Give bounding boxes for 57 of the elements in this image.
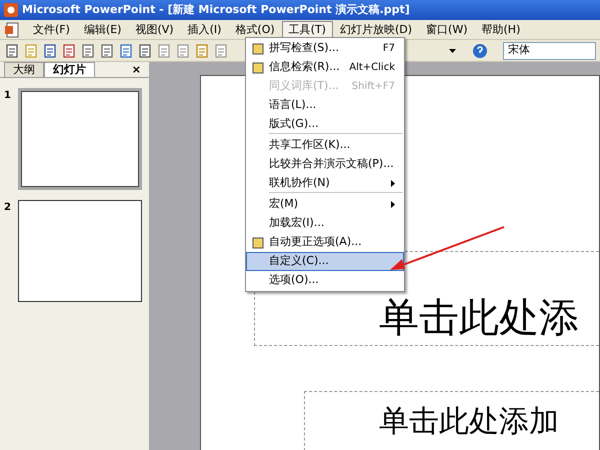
slide-number: 1 <box>4 89 12 103</box>
help-icon[interactable] <box>472 42 488 58</box>
slide-thumbnail[interactable] <box>18 200 142 302</box>
app-icon <box>4 3 18 17</box>
option-label: 共享工作区(K)... <box>269 137 350 154</box>
option-label: 拼写检查(S)... <box>269 40 340 56</box>
menu-item[interactable]: 视图(V) <box>128 20 181 38</box>
window-title: Microsoft PowerPoint - [新建 Microsoft PowerPoint 演示文稿.ppt] <box>22 2 410 18</box>
menu-item[interactable]: 文件(F) <box>26 20 77 38</box>
title-text: 单击此处添 <box>379 294 579 343</box>
font-field[interactable]: 宋体 <box>503 42 596 60</box>
tool-icon <box>251 236 265 250</box>
panel-tab[interactable]: 幻灯片 <box>44 62 95 77</box>
option-label: 自动更正选项(A)... <box>269 234 362 250</box>
option-label: 语言(L)... <box>269 97 316 114</box>
option-label: 同义词库(T)... <box>269 78 339 94</box>
option-label: 加载宏(I)... <box>269 215 324 232</box>
menu-option[interactable]: 联机协作(N) <box>246 174 404 195</box>
menu-item[interactable]: 幻灯片放映(D) <box>332 20 420 38</box>
option-label: 比较并合并演示文稿(P)... <box>269 156 394 172</box>
menu-item[interactable]: 插入(I) <box>180 20 228 38</box>
shortcut-text: Shift+F7 <box>352 80 395 94</box>
menu-option[interactable]: 比较并合并演示文稿(P)... <box>246 155 404 174</box>
menu-option[interactable]: 拼写检查(S)... F7 <box>246 39 404 58</box>
menu-option[interactable]: 自动更正选项(A)... <box>246 233 404 252</box>
shortcut-text: Alt+Click <box>349 61 395 75</box>
menu-item[interactable]: 帮助(H) <box>474 20 528 38</box>
panel-tab[interactable]: 大纲 <box>4 62 44 77</box>
tool-icon <box>251 42 265 56</box>
option-label: 信息检索(R)... <box>269 59 340 76</box>
slide-thumbnail[interactable] <box>18 88 142 190</box>
option-label: 宏(M) <box>269 196 298 212</box>
subtitle-placeholder[interactable]: 单击此处添加 <box>304 391 599 450</box>
tool-icon <box>251 60 265 74</box>
menu-option[interactable]: 加载宏(I)... <box>246 214 404 233</box>
menu-option[interactable]: 共享工作区(K)... <box>246 136 404 155</box>
menu-item[interactable]: 格式(O) <box>228 20 282 38</box>
option-label: 选项(O)... <box>269 272 319 288</box>
menu-option[interactable]: 宏(M) <box>246 195 404 214</box>
menu-item[interactable]: 工具(T) <box>282 20 333 38</box>
slide-number: 2 <box>4 201 12 215</box>
submenu-arrow-icon <box>391 201 395 208</box>
option-label: 版式(G)... <box>269 116 319 132</box>
close-button[interactable]: × <box>128 63 145 77</box>
menu-item[interactable]: 编辑(E) <box>76 20 128 38</box>
option-label: 联机协作(N) <box>269 175 330 192</box>
new-document-icon[interactable] <box>4 42 20 58</box>
shortcut-text: F7 <box>382 42 395 56</box>
menu-option[interactable]: 信息检索(R)... Alt+Click <box>246 58 404 77</box>
menu-option[interactable]: 自定义(C)... <box>246 252 404 271</box>
menu-option[interactable]: 版式(G)... <box>246 115 404 136</box>
option-label: 自定义(C)... <box>269 253 329 270</box>
submenu-arrow-icon <box>391 180 395 187</box>
menu-item[interactable]: 窗口(W) <box>419 20 474 38</box>
caret-icon <box>448 48 456 52</box>
menu-option[interactable]: 语言(L)... <box>246 96 404 115</box>
subtitle-text: 单击此处添加 <box>379 402 559 440</box>
